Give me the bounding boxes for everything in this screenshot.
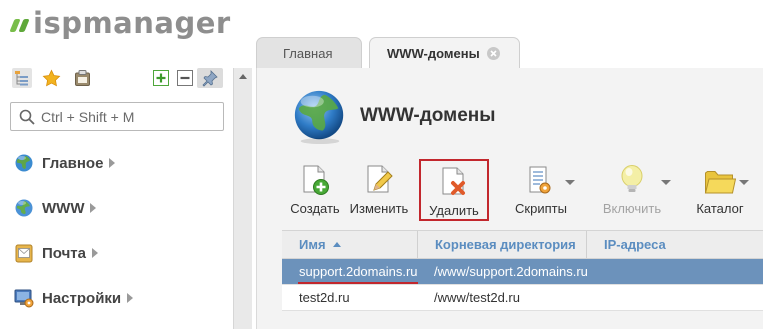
search-input[interactable] <box>41 108 211 125</box>
sidebar-item-mail[interactable]: Почта <box>14 241 98 265</box>
delete-document-icon <box>439 164 469 198</box>
globe-home-icon <box>14 153 34 173</box>
sidebar-search[interactable] <box>10 102 224 131</box>
sidebar-toolbar <box>12 66 224 90</box>
cell-ip <box>587 259 763 285</box>
sidebar: Главное WWW Почта <box>0 58 233 329</box>
pin-icon[interactable] <box>197 68 223 88</box>
cell-ip <box>587 285 763 311</box>
edit-button-label: Изменить <box>349 201 409 216</box>
globe-icon <box>14 198 34 218</box>
collapse-up-icon[interactable] <box>239 74 247 79</box>
tab-bar: Главная WWW-домены <box>252 30 763 69</box>
sort-ascending-icon <box>332 242 341 247</box>
cell-name-text: support.2domains.ru <box>299 264 418 279</box>
tab-www-domains[interactable]: WWW-домены <box>369 37 520 69</box>
create-document-icon <box>300 164 330 196</box>
sidebar-item-main[interactable]: Главное <box>14 151 116 175</box>
column-header-ip-label: IP-адреса <box>604 237 666 252</box>
tree-view-icon[interactable] <box>12 68 32 88</box>
scripts-button-label: Скрипты <box>515 201 567 216</box>
logo-mark-icon <box>9 18 30 32</box>
edit-button[interactable]: Изменить <box>340 164 418 216</box>
column-header-root-label: Корневая директория <box>435 237 576 252</box>
highlight-underline <box>298 281 418 284</box>
enable-button-label: Включить <box>602 201 662 216</box>
chevron-down-icon <box>565 180 575 185</box>
table-header: Имя Корневая директория IP-адреса <box>282 230 763 259</box>
column-header-root[interactable]: Корневая директория <box>418 231 587 258</box>
edit-document-icon <box>364 164 394 196</box>
scripts-button[interactable]: Скрипты <box>509 164 575 216</box>
create-button[interactable]: Создать <box>287 164 343 216</box>
favorites-star-icon[interactable] <box>41 68 61 88</box>
chevron-down-icon <box>739 180 749 185</box>
enable-button[interactable]: Включить <box>595 164 671 216</box>
chevron-down-icon <box>661 180 671 185</box>
logo-text: ispmanager <box>33 6 231 40</box>
chevron-right-icon <box>90 203 97 213</box>
mail-icon <box>14 243 34 263</box>
sidebar-item-www-label: WWW <box>42 199 85 217</box>
sidebar-item-settings-label: Настройки <box>42 289 122 307</box>
lightbulb-icon <box>619 164 645 196</box>
search-icon <box>19 109 35 125</box>
domains-table: Имя Корневая директория IP-адреса suppor… <box>282 230 763 311</box>
sidebar-item-main-label: Главное <box>42 154 104 172</box>
folder-icon <box>704 164 736 196</box>
delete-button-label: Удалить <box>429 203 479 218</box>
globe-icon <box>294 90 344 145</box>
cell-name: support.2domains.ru <box>282 259 418 285</box>
cell-root: /www/support.2domains.ru <box>434 264 587 279</box>
cell-name: test2d.ru <box>282 285 418 311</box>
tab-main-label: Главная <box>283 46 333 61</box>
scripts-icon <box>526 164 556 196</box>
table-row[interactable]: test2d.ru /www/test2d.ru <box>282 285 763 311</box>
table-row[interactable]: support.2domains.ru /www/support.2domain… <box>282 259 763 285</box>
create-button-label: Создать <box>290 201 340 216</box>
ispmanager-logo[interactable]: ispmanager <box>9 6 231 40</box>
sidebar-item-settings[interactable]: Настройки <box>14 286 134 310</box>
chevron-right-icon <box>109 158 116 168</box>
tab-main[interactable]: Главная <box>256 37 362 69</box>
catalog-button-label: Каталог <box>696 201 744 216</box>
sidebar-item-www[interactable]: WWW <box>14 196 97 220</box>
tab-www-domains-label: WWW-домены <box>387 46 480 61</box>
column-header-name-label: Имя <box>299 237 326 252</box>
clipboard-icon[interactable] <box>72 68 92 88</box>
cell-name-text: test2d.ru <box>299 290 350 305</box>
main-content: WWW-домены Создать Изменить Удалить Скри… <box>256 68 763 329</box>
chevron-right-icon <box>91 248 98 258</box>
sidebar-item-mail-label: Почта <box>42 244 86 262</box>
column-header-name[interactable]: Имя <box>282 231 418 258</box>
catalog-button[interactable]: Каталог <box>690 164 750 216</box>
collapse-minus-icon[interactable] <box>175 68 195 88</box>
settings-monitor-icon <box>14 288 34 308</box>
sidebar-splitter[interactable] <box>233 68 252 329</box>
chevron-right-icon <box>127 293 134 303</box>
expand-plus-icon[interactable] <box>151 68 171 88</box>
column-header-ip[interactable]: IP-адреса <box>587 231 763 258</box>
delete-button[interactable]: Удалить <box>419 159 489 221</box>
page-title: WWW-домены <box>360 105 496 126</box>
tab-close-icon[interactable] <box>486 47 500 60</box>
cell-root: /www/test2d.ru <box>434 290 520 305</box>
